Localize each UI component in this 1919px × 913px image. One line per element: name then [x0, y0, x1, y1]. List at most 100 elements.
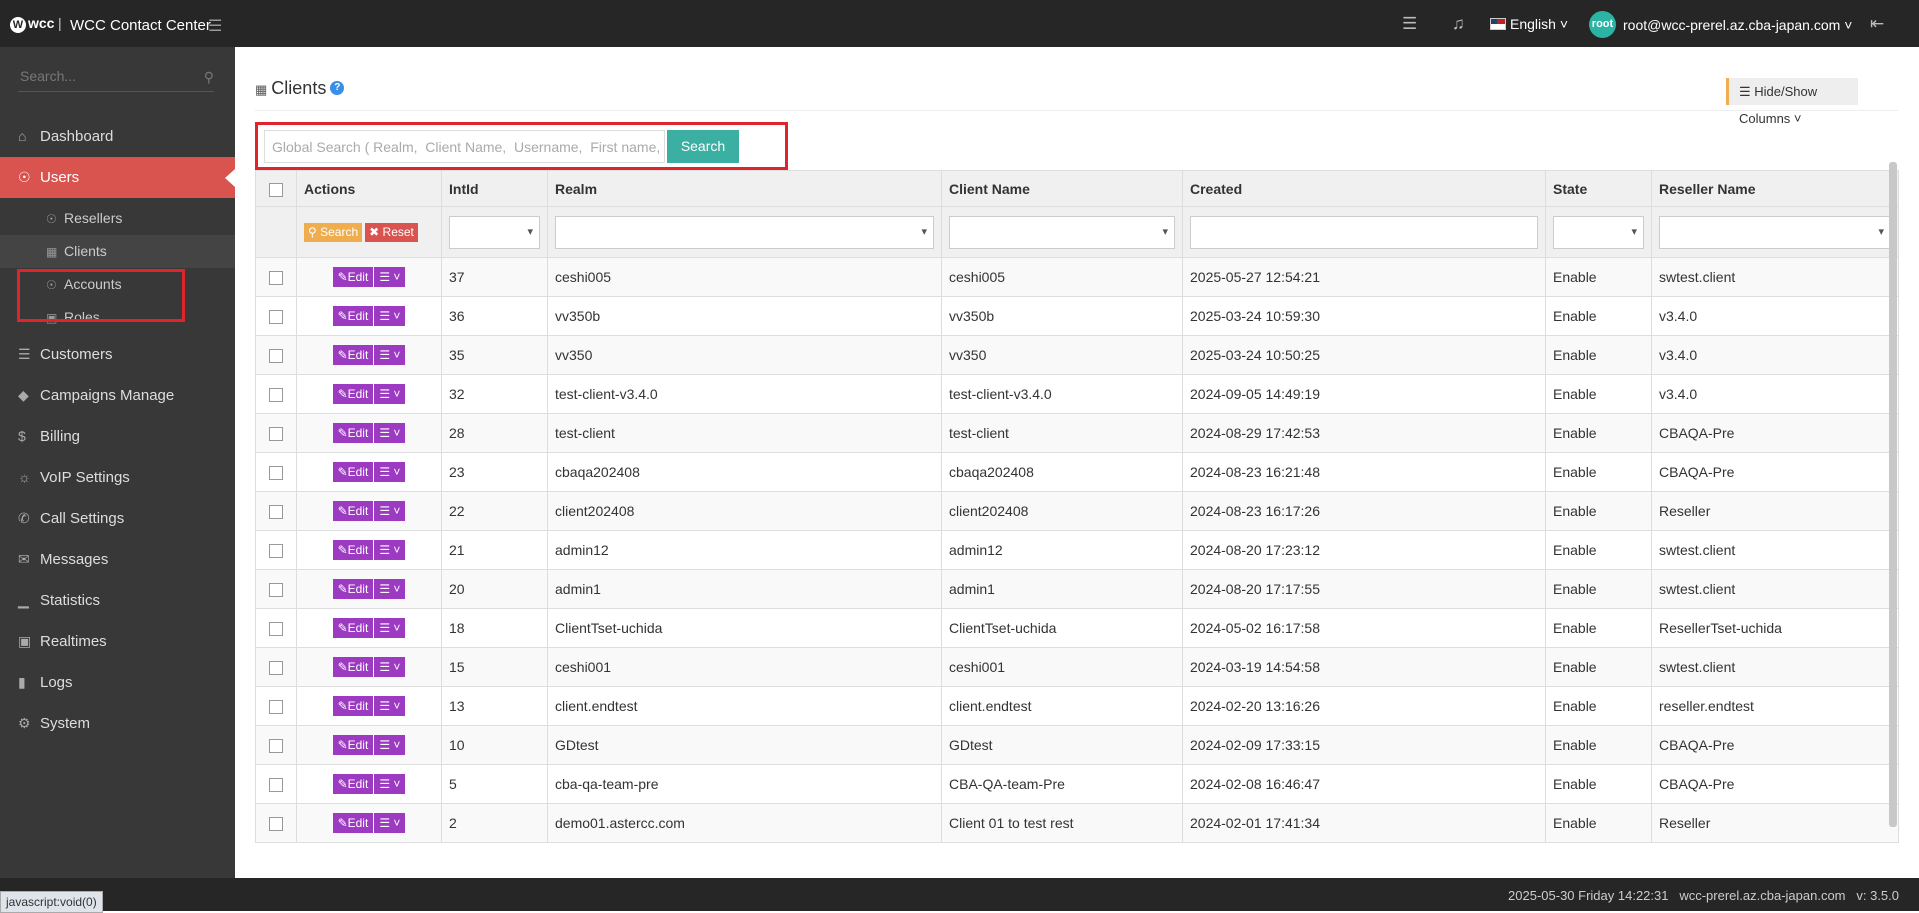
row-menu-button[interactable]: ☰ ˅ [374, 345, 406, 365]
row-checkbox[interactable] [269, 739, 283, 754]
row-checkbox[interactable] [269, 778, 283, 793]
table-row[interactable]: ✎Edit ☰ ˅ 21 admin12 admin12 2024-08-20 17:23… [255, 530, 1899, 570]
sidebar-search-input[interactable] [18, 67, 192, 85]
row-menu-button[interactable]: ☰ ˅ [374, 501, 406, 521]
row-checkbox[interactable] [269, 388, 283, 403]
table-row[interactable]: ✎Edit ☰ ˅ 23 cbaqa202408 cbaqa202408 2024-08-… [255, 452, 1899, 492]
filter-client-name-select[interactable] [949, 215, 1175, 249]
table-row[interactable]: ✎Edit ☰ ˅ 15 ceshi001 ceshi001 2024-03-19 14:… [255, 647, 1899, 687]
row-menu-button[interactable]: ☰ ˅ [374, 462, 406, 482]
row-menu-button[interactable]: ☰ ˅ [374, 306, 406, 326]
row-menu-button[interactable]: ☰ ˅ [374, 579, 406, 599]
sidebar-subitem-resellers[interactable]: ☉ Resellers [0, 202, 235, 235]
edit-button[interactable]: ✎Edit [332, 423, 374, 443]
edit-button[interactable]: ✎Edit [332, 657, 374, 677]
bell-icon[interactable]: ♫ [1452, 14, 1465, 34]
sidebar-item-dashboard[interactable]: ⌂ Dashboard [0, 116, 235, 157]
sidebar-item-users[interactable]: ☉ Users [0, 157, 235, 198]
column-header-intid[interactable]: IntId [441, 170, 548, 207]
table-scrollbar[interactable] [1889, 162, 1897, 827]
edit-button[interactable]: ✎Edit [332, 345, 374, 365]
row-checkbox[interactable] [269, 700, 283, 715]
row-checkbox[interactable] [269, 271, 283, 286]
edit-button[interactable]: ✎Edit [332, 267, 374, 287]
row-checkbox[interactable] [269, 544, 283, 559]
user-menu[interactable]: root@wcc-prerel.az.cba-japan.com ˅ [1623, 17, 1852, 33]
sidebar-item-voip-settings[interactable]: ☼ VoIP Settings [0, 457, 235, 498]
column-header-state[interactable]: State [1545, 170, 1652, 207]
row-checkbox[interactable] [269, 817, 283, 832]
global-search-button[interactable]: Search [667, 130, 739, 163]
row-checkbox[interactable] [269, 349, 283, 364]
table-row[interactable]: ✎Edit ☰ ˅ 37 ceshi005 ceshi005 2025-05-27 12:… [255, 257, 1899, 297]
filter-search-button[interactable]: ⚲ Search [304, 222, 363, 242]
sidebar-item-realtimes[interactable]: ▣ Realtimes [0, 621, 235, 662]
menu-toggle-icon[interactable]: ☰ [208, 16, 222, 36]
row-menu-button[interactable]: ☰ ˅ [374, 696, 406, 716]
global-search-input[interactable] [264, 130, 665, 163]
column-header-created[interactable]: Created [1182, 170, 1546, 207]
edit-button[interactable]: ✎Edit [332, 462, 374, 482]
row-checkbox[interactable] [269, 583, 283, 598]
search-icon[interactable]: ⚲ [204, 69, 214, 86]
app-logo[interactable]: Wwcc [10, 15, 54, 33]
row-checkbox[interactable] [269, 505, 283, 520]
filter-state-select[interactable] [1553, 215, 1644, 249]
table-row[interactable]: ✎Edit ☰ ˅ 18 ClientTset-uchida ClientTset-uc… [255, 608, 1899, 648]
sidebar-item-billing[interactable]: $ Billing [0, 416, 235, 457]
row-checkbox[interactable] [269, 622, 283, 637]
edit-button[interactable]: ✎Edit [332, 696, 374, 716]
row-menu-button[interactable]: ☰ ˅ [374, 735, 406, 755]
hide-show-columns-button[interactable]: ☰ Hide/Show Columns ˅ [1726, 78, 1858, 126]
filter-realm-select[interactable] [555, 215, 934, 249]
row-menu-button[interactable]: ☰ ˅ [374, 423, 406, 443]
edit-button[interactable]: ✎Edit [332, 579, 374, 599]
table-row[interactable]: ✎Edit ☰ ˅ 35 vv350 vv350 2025-03-24 10:50:25 E… [255, 335, 1899, 375]
edit-button[interactable]: ✎Edit [332, 774, 374, 794]
sidebar-item-logs[interactable]: ▮ Logs [0, 662, 235, 703]
row-menu-button[interactable]: ☰ ˅ [374, 813, 406, 833]
table-row[interactable]: ✎Edit ☰ ˅ 32 test-client-v3.4.0 test-client-… [255, 374, 1899, 414]
edit-button[interactable]: ✎Edit [332, 618, 374, 638]
row-menu-button[interactable]: ☰ ˅ [374, 540, 406, 560]
logout-icon[interactable]: ⇤ [1870, 14, 1884, 34]
row-menu-button[interactable]: ☰ ˅ [374, 267, 406, 287]
table-row[interactable]: ✎Edit ☰ ˅ 20 admin1 admin1 2024-08-20 17:17:5… [255, 569, 1899, 609]
table-row[interactable]: ✎Edit ☰ ˅ 10 GDtest GDtest 2024-02-09 17:33:1… [255, 725, 1899, 765]
filter-created-input[interactable] [1190, 215, 1538, 249]
row-menu-button[interactable]: ☰ ˅ [374, 774, 406, 794]
table-row[interactable]: ✎Edit ☰ ˅ 2 demo01.astercc.com Client 01 to … [255, 803, 1899, 843]
sidebar-item-customers[interactable]: ☰ Customers [0, 334, 235, 375]
select-all-checkbox[interactable] [269, 182, 283, 197]
table-row[interactable]: ✎Edit ☰ ˅ 13 client.endtest client.endtest 20… [255, 686, 1899, 726]
edit-button[interactable]: ✎Edit [332, 540, 374, 560]
filter-intid-select[interactable] [449, 215, 540, 249]
edit-button[interactable]: ✎Edit [332, 735, 374, 755]
sidebar-item-statistics[interactable]: ▁ Statistics [0, 580, 235, 621]
sidebar-item-messages[interactable]: ✉ Messages [0, 539, 235, 580]
filter-reset-button[interactable]: ✖ Reset [365, 222, 418, 242]
avatar[interactable]: root [1589, 11, 1616, 38]
table-row[interactable]: ✎Edit ☰ ˅ 5 cba-qa-team-pre CBA-QA-team-Pre 2… [255, 764, 1899, 804]
sidebar-item-system[interactable]: ⚙ System [0, 703, 235, 744]
row-menu-button[interactable]: ☰ ˅ [374, 384, 406, 404]
column-header-realm[interactable]: Realm [547, 170, 942, 207]
row-menu-button[interactable]: ☰ ˅ [374, 657, 406, 677]
sidebar-item-call-settings[interactable]: ✆ Call Settings [0, 498, 235, 539]
language-selector[interactable]: English ˅ [1490, 16, 1568, 32]
row-checkbox[interactable] [269, 310, 283, 325]
sidebar-subitem-clients[interactable]: ▦ Clients [0, 235, 235, 268]
filter-reseller-select[interactable] [1659, 215, 1891, 249]
row-menu-button[interactable]: ☰ ˅ [374, 618, 406, 638]
column-header-reseller-name[interactable]: Reseller Name [1651, 170, 1899, 207]
row-checkbox[interactable] [269, 427, 283, 442]
column-header-client-name[interactable]: Client Name [941, 170, 1183, 207]
table-row[interactable]: ✎Edit ☰ ˅ 22 client202408 client202408 2024-0… [255, 491, 1899, 531]
edit-button[interactable]: ✎Edit [332, 813, 374, 833]
edit-button[interactable]: ✎Edit [332, 384, 374, 404]
edit-button[interactable]: ✎Edit [332, 306, 374, 326]
row-checkbox[interactable] [269, 466, 283, 481]
edit-button[interactable]: ✎Edit [332, 501, 374, 521]
layers-icon[interactable]: ☰ [1402, 14, 1417, 34]
table-row[interactable]: ✎Edit ☰ ˅ 28 test-client test-client 2024-08-… [255, 413, 1899, 453]
